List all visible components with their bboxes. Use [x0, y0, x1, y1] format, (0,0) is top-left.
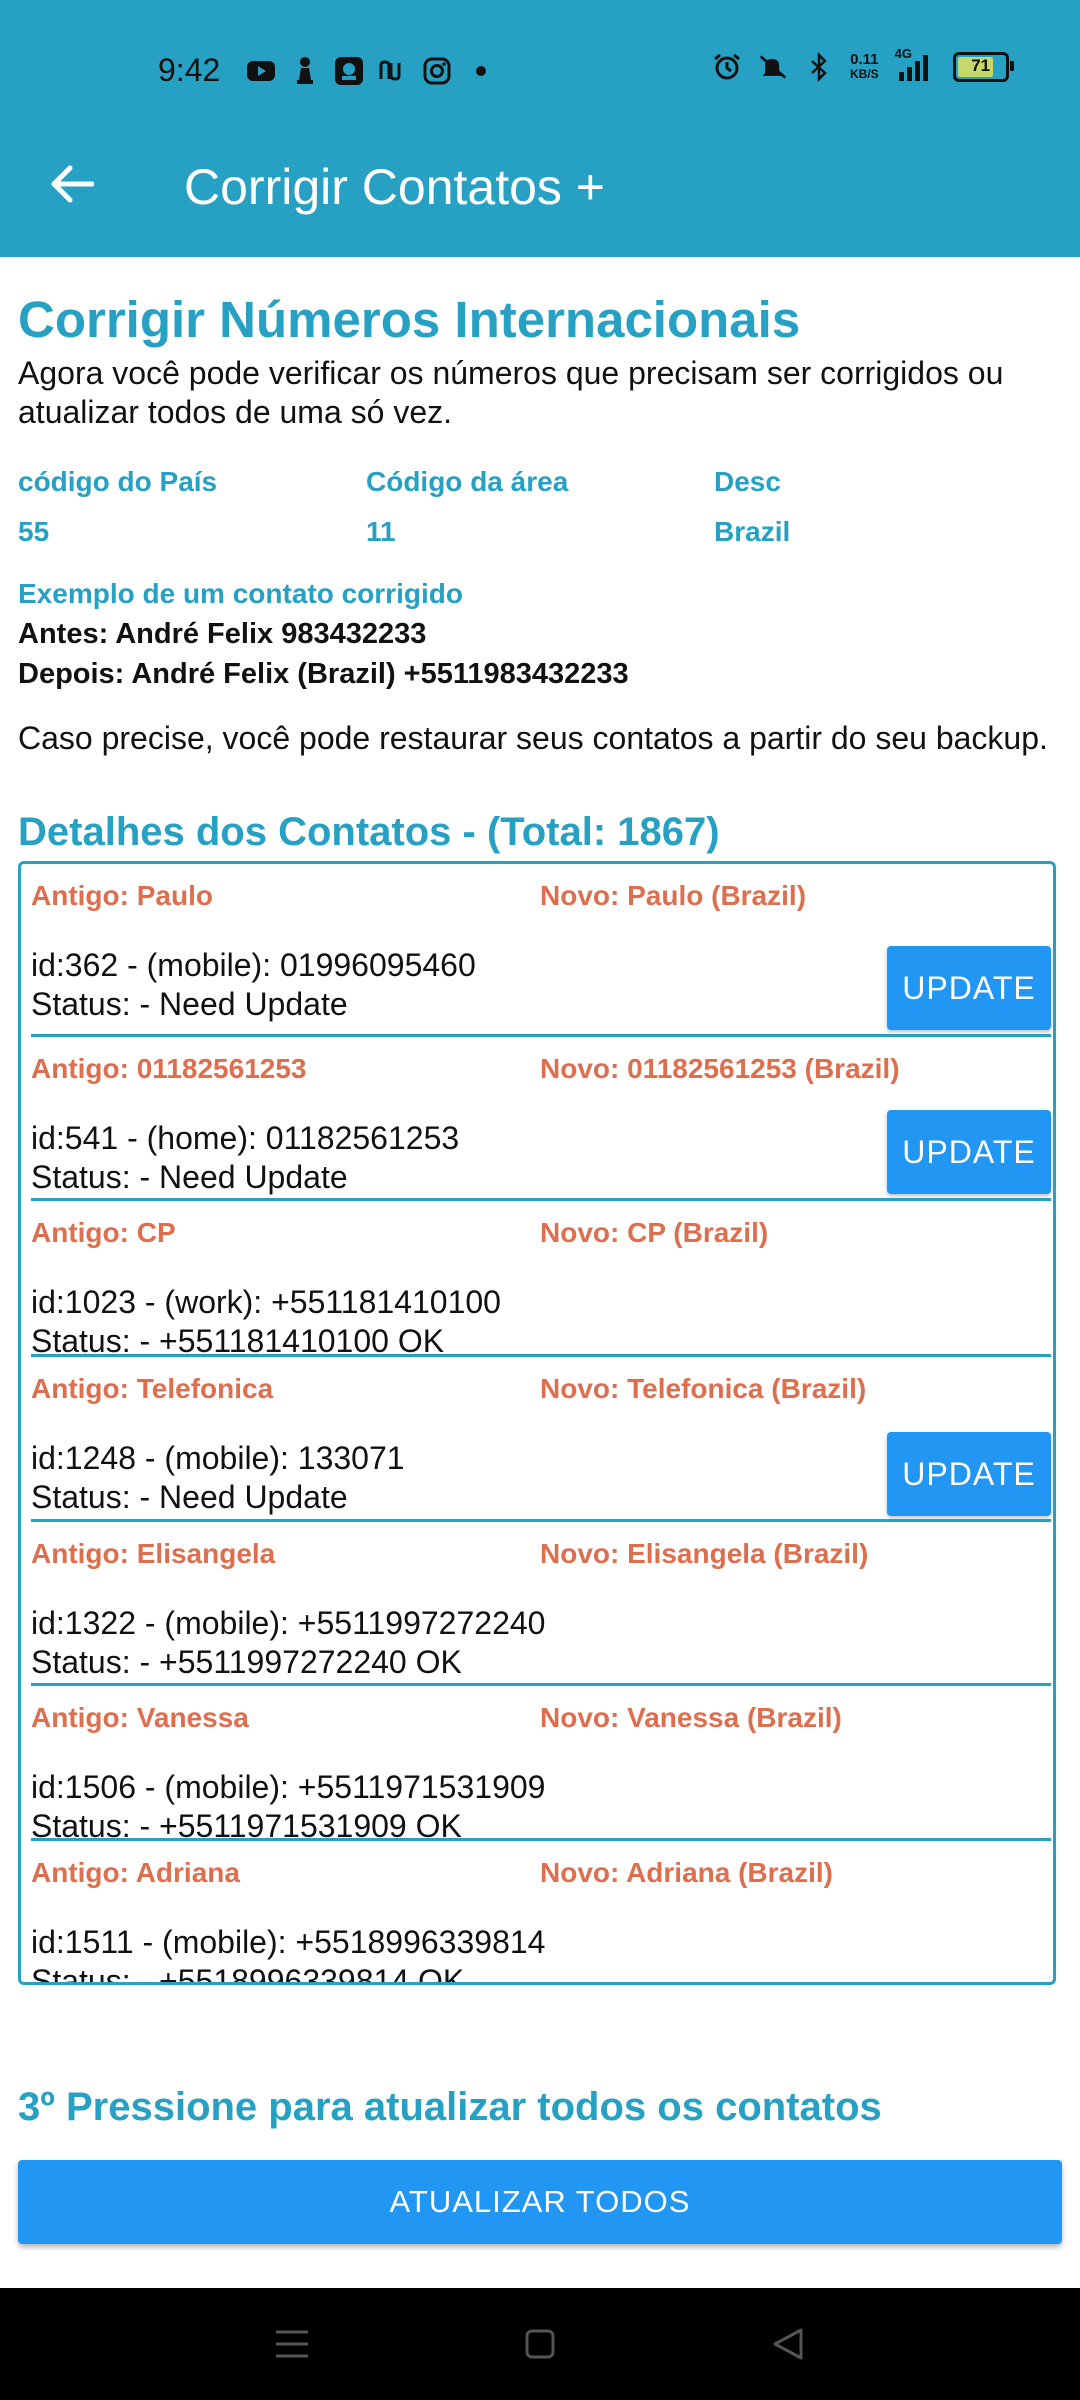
- status-time: 9:42: [158, 52, 221, 88]
- old-name: Antigo: CP: [31, 1217, 176, 1248]
- home-button[interactable]: [510, 2316, 570, 2372]
- signal-icon: 4G: [895, 46, 937, 82]
- list-item: Antigo: Vanessa Novo: Vanessa (Brazil) i…: [31, 1686, 1051, 1844]
- mute-icon: [758, 52, 788, 82]
- example-before: Antes: André Felix 983432233: [18, 618, 427, 650]
- back-triangle-icon: [773, 2328, 803, 2360]
- network-type: 4G: [894, 46, 913, 61]
- new-name: Novo: Adriana (Brazil): [540, 1857, 833, 1888]
- new-name: Novo: CP (Brazil): [540, 1217, 769, 1248]
- status-bar: 9:42 0.11 KB/S 4G 71: [0, 0, 1080, 140]
- new-name: Novo: Vanessa (Brazil): [540, 1702, 842, 1733]
- contact-id-line: id:1506 - (mobile): +5511971531909: [31, 1769, 546, 1805]
- menu-icon: [276, 2330, 308, 2358]
- contact-id-line: id:1322 - (mobile): +5511997272240: [31, 1605, 546, 1641]
- list-item: Antigo: Paulo Novo: Paulo (Brazil) id:36…: [31, 864, 1051, 1037]
- update-button[interactable]: UPDATE: [887, 1110, 1051, 1194]
- contact-status: Status: - +5511997272240 OK: [31, 1644, 462, 1680]
- update-button[interactable]: UPDATE: [887, 1432, 1051, 1516]
- back-button[interactable]: [40, 152, 104, 216]
- old-name: Antigo: Adriana: [31, 1857, 240, 1888]
- update-all-button[interactable]: ATUALIZAR TODOS: [18, 2160, 1062, 2244]
- example-title: Exemplo de um contato corrigido: [18, 578, 463, 609]
- old-name: Antigo: 01182561253: [31, 1053, 307, 1084]
- list-item: Antigo: CP Novo: CP (Brazil) id:1023 - (…: [31, 1201, 1051, 1359]
- desc-label: Desc: [714, 466, 781, 497]
- new-name: Novo: Telefonica (Brazil): [540, 1373, 867, 1404]
- notification-icons: [246, 56, 496, 86]
- contact-status: Status: - Need Update: [31, 986, 348, 1022]
- list-item: Antigo: Telefonica Novo: Telefonica (Bra…: [31, 1357, 1051, 1522]
- contact-status: Status: - Need Update: [31, 1159, 348, 1195]
- navigation-bar: [0, 2288, 1080, 2400]
- net-speed: 0.11 KB/S: [850, 51, 879, 81]
- area-code-label: Código da área: [366, 466, 569, 497]
- bluetooth-icon: [804, 52, 834, 82]
- home-icon: [525, 2329, 555, 2359]
- intro-text: Agora você pode verificar os números que…: [18, 355, 1004, 430]
- menu-button[interactable]: [262, 2316, 322, 2372]
- battery-level: 71: [971, 56, 991, 75]
- new-name: Novo: Paulo (Brazil): [540, 880, 807, 911]
- instagram-icon: [422, 56, 452, 86]
- new-name: Novo: Elisangela (Brazil): [540, 1538, 869, 1569]
- step-title: 3º Pressione para atualizar todos os con…: [18, 2085, 882, 2129]
- contact-id-line: id:1248 - (mobile): 133071: [31, 1440, 405, 1476]
- section-title: Corrigir Números Internacionais: [18, 291, 801, 348]
- app-bar: 9:42 0.11 KB/S 4G 71 Corrigir Contatos +: [0, 0, 1080, 257]
- dot-icon: [466, 56, 496, 86]
- arrow-left-icon: [51, 165, 94, 203]
- chess-icon: [290, 56, 320, 86]
- list-item: Antigo: Adriana Novo: Adriana (Brazil) i…: [31, 1841, 1051, 1985]
- old-name: Antigo: Elisangela: [31, 1538, 276, 1569]
- desc-value: Brazil: [714, 516, 791, 547]
- list-item: Antigo: 01182561253 Novo: 01182561253 (B…: [31, 1037, 1051, 1201]
- list-item: Antigo: Elisangela Novo: Elisangela (Bra…: [31, 1522, 1051, 1686]
- alarm-icon: [712, 52, 742, 82]
- restore-note: Caso precise, você pode restaurar seus c…: [18, 720, 1048, 756]
- nubank-icon: [378, 56, 408, 86]
- battery-icon: 71: [952, 52, 1014, 82]
- country-code-label: código do País: [18, 466, 218, 497]
- contact-status: Status: - +5518996339814 OK: [31, 1963, 465, 1985]
- new-name: Novo: 01182561253 (Brazil): [540, 1053, 900, 1084]
- contact-id-line: id:1511 - (mobile): +5518996339814: [31, 1924, 546, 1960]
- contact-id-line: id:541 - (home): 01182561253: [31, 1120, 460, 1156]
- old-name: Antigo: Telefonica: [31, 1373, 274, 1404]
- contact-id-line: id:362 - (mobile): 01996095460: [31, 947, 476, 983]
- old-name: Antigo: Paulo: [31, 880, 213, 911]
- page-title: Corrigir Contatos +: [184, 159, 605, 215]
- system-icons: 0.11 KB/S 4G 71: [712, 46, 1014, 82]
- nav-back-button[interactable]: [758, 2316, 818, 2372]
- contact-status: Status: - Need Update: [31, 1479, 348, 1515]
- area-code-value: 11: [366, 516, 396, 547]
- contacts-list[interactable]: Antigo: Paulo Novo: Paulo (Brazil) id:36…: [18, 861, 1056, 1985]
- example-after: Depois: André Felix (Brazil) +5511983432…: [18, 658, 629, 690]
- app-icon: [334, 56, 364, 86]
- old-name: Antigo: Vanessa: [31, 1702, 249, 1733]
- country-code-value: 55: [18, 516, 50, 547]
- contact-id-line: id:1023 - (work): +551181410100: [31, 1284, 501, 1320]
- youtube-icon: [246, 56, 276, 86]
- contacts-details-title: Detalhes dos Contatos - (Total: 1867): [18, 810, 720, 854]
- update-button[interactable]: UPDATE: [887, 946, 1051, 1030]
